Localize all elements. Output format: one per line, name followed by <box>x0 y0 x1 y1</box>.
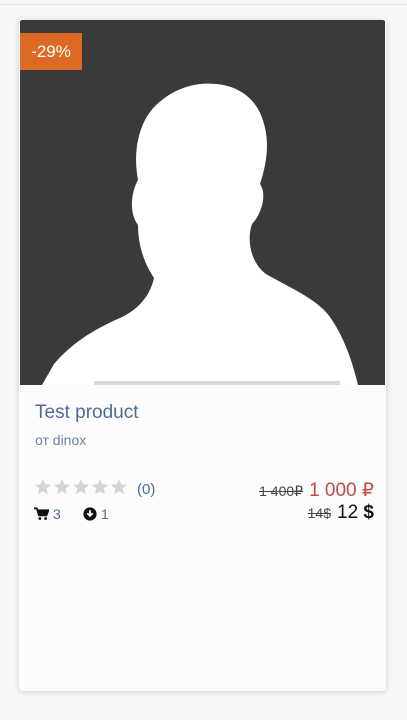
star-empty-icon[interactable] <box>53 478 71 496</box>
rating-count: (0) <box>137 481 156 498</box>
star-empty-icon[interactable] <box>34 478 52 496</box>
star-empty-icon[interactable] <box>72 478 90 496</box>
product-card[interactable]: -29% Test product от dinox (0) 3 1 1 400… <box>19 20 386 691</box>
person-silhouette-icon <box>20 20 385 385</box>
price-usd: 14$ 12 $ <box>308 502 374 524</box>
cart-stat: 3 <box>34 506 61 522</box>
cart-count: 3 <box>53 506 61 522</box>
download-circle-icon <box>83 507 97 521</box>
new-price-usd-amount: 12 <box>337 502 359 523</box>
product-image[interactable] <box>20 20 385 385</box>
download-stat: 1 <box>83 506 109 522</box>
old-price-usd: 14$ <box>307 505 331 521</box>
old-price-rub: 1 400₽ <box>259 483 304 499</box>
usd-symbol: $ <box>363 502 374 523</box>
new-price-usd: 12 $ <box>337 502 374 524</box>
product-title[interactable]: Test product <box>35 402 139 424</box>
price-rub: 1 400₽ 1 000 ₽ <box>259 479 374 502</box>
cart-icon <box>34 507 49 520</box>
star-empty-icon[interactable] <box>91 478 109 496</box>
download-count: 1 <box>101 506 109 522</box>
top-divider <box>0 4 407 5</box>
product-author[interactable]: от dinox <box>35 432 86 448</box>
star-empty-icon[interactable] <box>110 478 128 496</box>
discount-badge: -29% <box>20 33 82 70</box>
rating-stars[interactable] <box>34 478 128 498</box>
new-price-rub: 1 000 ₽ <box>309 480 374 501</box>
